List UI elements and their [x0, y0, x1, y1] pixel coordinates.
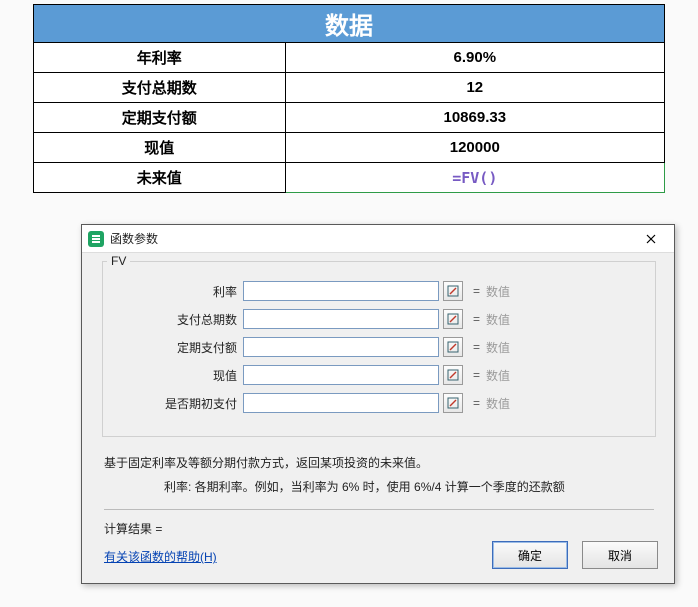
row-label: 年利率	[34, 43, 286, 73]
equals-sign: =	[473, 396, 480, 410]
range-select-button[interactable]	[443, 365, 463, 385]
parameter-group: FV 利率 = 数值 支付总期数	[102, 261, 656, 437]
desc-line-1: 基于固定利率及等额分期付款方式，返回某项投资的未来值。	[104, 453, 654, 473]
param-row: 是否期初支付 = 数值	[113, 392, 645, 414]
param-input-type[interactable]	[243, 393, 439, 413]
param-label: 定期支付额	[113, 339, 243, 356]
range-select-button[interactable]	[443, 337, 463, 357]
dialog-title: 函数参数	[110, 230, 634, 247]
row-value[interactable]: 12	[285, 73, 664, 103]
param-hint: 数值	[486, 283, 510, 300]
row-label: 未来值	[34, 163, 286, 193]
range-select-icon	[447, 341, 459, 353]
range-select-button[interactable]	[443, 309, 463, 329]
param-row: 现值 = 数值	[113, 364, 645, 386]
param-input-pv[interactable]	[243, 365, 439, 385]
ok-button[interactable]: 确定	[492, 541, 568, 569]
function-arguments-dialog: 函数参数 FV 利率 = 数值 支付总期数	[81, 224, 675, 584]
range-select-icon	[447, 397, 459, 409]
row-label: 定期支付额	[34, 103, 286, 133]
param-input-pmt[interactable]	[243, 337, 439, 357]
range-select-icon	[447, 369, 459, 381]
param-hint: 数值	[486, 367, 510, 384]
range-select-icon	[447, 313, 459, 325]
range-select-button[interactable]	[443, 393, 463, 413]
param-label: 利率	[113, 283, 243, 300]
param-hint: 数值	[486, 339, 510, 356]
equals-sign: =	[473, 368, 480, 382]
parameter-list: 利率 = 数值 支付总期数	[103, 262, 655, 414]
equals-sign: =	[473, 284, 480, 298]
param-hint: 数值	[486, 395, 510, 412]
param-label: 支付总期数	[113, 311, 243, 328]
close-button[interactable]	[634, 228, 668, 250]
result-row: 计算结果 =	[104, 509, 654, 537]
close-icon	[646, 234, 656, 244]
result-label: 计算结果 =	[104, 522, 162, 536]
param-hint: 数值	[486, 311, 510, 328]
param-row: 定期支付额 = 数值	[113, 336, 645, 358]
app-icon	[88, 231, 104, 247]
formula-cell[interactable]: =FV()	[285, 163, 664, 193]
row-label: 现值	[34, 133, 286, 163]
equals-sign: =	[473, 340, 480, 354]
param-row: 支付总期数 = 数值	[113, 308, 645, 330]
param-input-nper[interactable]	[243, 309, 439, 329]
row-value[interactable]: 6.90%	[285, 43, 664, 73]
param-label: 现值	[113, 367, 243, 384]
help-link[interactable]: 有关该函数的帮助(H)	[104, 548, 217, 565]
table-header: 数据	[34, 5, 665, 43]
function-description: 基于固定利率及等额分期付款方式，返回某项投资的未来值。 利率: 各期利率。例如，…	[104, 453, 654, 498]
dialog-buttons: 确定 取消	[492, 541, 658, 569]
range-select-button[interactable]	[443, 281, 463, 301]
range-select-icon	[447, 285, 459, 297]
row-value[interactable]: 120000	[285, 133, 664, 163]
row-value[interactable]: 10869.33	[285, 103, 664, 133]
data-table: 数据 年利率 6.90% 支付总期数 12 定期支付额 10869.33 现值 …	[33, 4, 665, 193]
param-row: 利率 = 数值	[113, 280, 645, 302]
param-label: 是否期初支付	[113, 395, 243, 412]
row-label: 支付总期数	[34, 73, 286, 103]
group-label: FV	[107, 254, 130, 268]
cancel-button[interactable]: 取消	[582, 541, 658, 569]
titlebar[interactable]: 函数参数	[82, 225, 674, 253]
param-input-rate[interactable]	[243, 281, 439, 301]
equals-sign: =	[473, 312, 480, 326]
desc-line-2: 利率: 各期利率。例如，当利率为 6% 时，使用 6%/4 计算一个季度的还款额	[104, 477, 654, 497]
